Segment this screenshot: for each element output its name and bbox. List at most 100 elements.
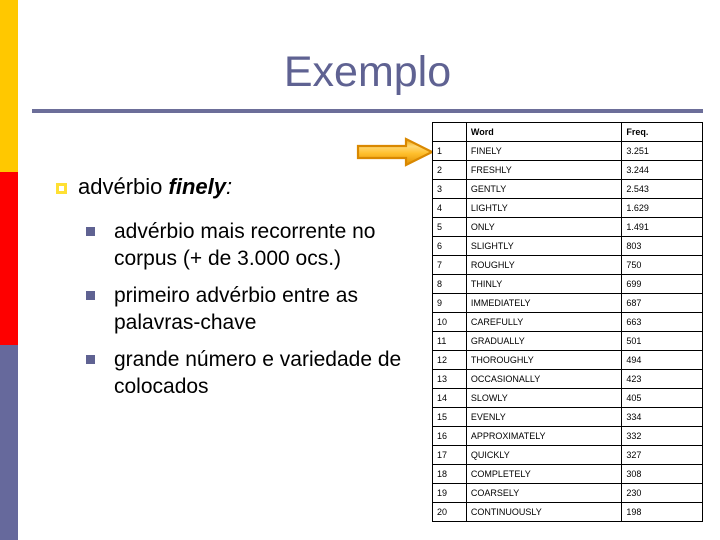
cell-word: CAREFULLY (465, 312, 623, 332)
table-row: 18 COMPLETELY 308 (432, 464, 703, 484)
bullet-level1-prefix: advérbio (78, 174, 169, 199)
cell-rank: 12 (432, 350, 467, 370)
table-row: 20 CONTINUOUSLY 198 (432, 502, 703, 522)
table-row: 5 ONLY 1.491 (432, 217, 703, 237)
cell-freq: 423 (621, 369, 703, 389)
cell-rank: 15 (432, 407, 467, 427)
yellow-bar (0, 0, 18, 172)
cell-word: OCCASIONALLY (465, 369, 623, 389)
cell-rank: 3 (432, 179, 467, 199)
cell-freq: 334 (621, 407, 703, 427)
cell-rank: 7 (432, 255, 467, 275)
table-row: 10 CAREFULLY 663 (432, 312, 703, 332)
cell-rank: 14 (432, 388, 467, 408)
cell-rank: 4 (432, 198, 467, 218)
cell-word: QUICKLY (465, 445, 623, 465)
table-row: 9 IMMEDIATELY 687 (432, 293, 703, 313)
list-item: primeiro advérbio entre as palavras-chav… (84, 282, 412, 336)
cell-word: COMPLETELY (465, 464, 623, 484)
cell-rank: 2 (432, 160, 467, 180)
cell-freq: 699 (621, 274, 703, 294)
cell-rank: 11 (432, 331, 467, 351)
body-content: advérbio finely: advérbio mais recorrent… (52, 172, 412, 410)
cell-word: COARSELY (465, 483, 623, 503)
cell-rank: 20 (432, 502, 467, 522)
cell-freq: 230 (621, 483, 703, 503)
column-header-rank (432, 122, 467, 142)
cell-freq: 687 (621, 293, 703, 313)
table-row: 15 EVENLY 334 (432, 407, 703, 427)
frequency-table-container: Word Freq. 1 FINELY 3.251 2 FRESHLY 3.244 3 GEN… (432, 122, 703, 522)
cell-word: LIGHTLY (465, 198, 623, 218)
cell-freq: 3.244 (621, 160, 703, 180)
red-bar (0, 172, 18, 345)
slide-canvas: Exemplo advérbio finely: advérbio mais r… (0, 0, 720, 540)
cell-word: FINELY (465, 141, 623, 161)
square-filled-bullet-icon (86, 291, 95, 300)
frequency-table: Word Freq. 1 FINELY 3.251 2 FRESHLY 3.244 3 GEN… (432, 122, 703, 522)
cell-freq: 1.629 (621, 198, 703, 218)
cell-freq: 405 (621, 388, 703, 408)
cell-freq: 750 (621, 255, 703, 275)
cell-rank: 1 (432, 141, 467, 161)
cell-freq: 501 (621, 331, 703, 351)
cell-rank: 19 (432, 483, 467, 503)
right-arrow-icon (356, 137, 435, 167)
table-row: 2 FRESHLY 3.244 (432, 160, 703, 180)
cell-rank: 13 (432, 369, 467, 389)
sidebar-color-bars (0, 0, 18, 540)
cell-freq: 663 (621, 312, 703, 332)
column-header-word: Word (465, 122, 623, 142)
square-outline-bullet-icon (56, 183, 67, 194)
cell-freq: 3.251 (621, 141, 703, 161)
cell-word: SLOWLY (465, 388, 623, 408)
cell-rank: 17 (432, 445, 467, 465)
table-row: 17 QUICKLY 327 (432, 445, 703, 465)
page-title: Exemplo (283, 48, 452, 96)
table-row: 11 GRADUALLY 501 (432, 331, 703, 351)
table-row: 3 GENTLY 2.543 (432, 179, 703, 199)
cell-rank: 10 (432, 312, 467, 332)
cell-freq: 308 (621, 464, 703, 484)
cell-word: GENTLY (465, 179, 623, 199)
cell-rank: 6 (432, 236, 467, 256)
table-row: 16 APPROXIMATELY 332 (432, 426, 703, 446)
cell-freq: 327 (621, 445, 703, 465)
table-row: 4 LIGHTLY 1.629 (432, 198, 703, 218)
cell-rank: 16 (432, 426, 467, 446)
table-row: 7 ROUGHLY 750 (432, 255, 703, 275)
cell-word: CONTINUOUSLY (465, 502, 623, 522)
cell-rank: 9 (432, 293, 467, 313)
table-row: 8 THINLY 699 (432, 274, 703, 294)
table-body: 1 FINELY 3.251 2 FRESHLY 3.244 3 GENTLY 2.543 4 LI… (432, 141, 703, 522)
cell-freq: 198 (621, 502, 703, 522)
table-row: 14 SLOWLY 405 (432, 388, 703, 408)
title-divider (32, 109, 703, 113)
sub-bullet-text: grande número e variedade de colocados (114, 348, 402, 398)
cell-word: FRESHLY (465, 160, 623, 180)
cell-word: ONLY (465, 217, 623, 237)
cell-word: THOROUGHLY (465, 350, 623, 370)
cell-word: GRADUALLY (465, 331, 623, 351)
table-row: 19 COARSELY 230 (432, 483, 703, 503)
cell-word: THINLY (465, 274, 623, 294)
cell-freq: 2.543 (621, 179, 703, 199)
bullet-level1: advérbio finely: (52, 172, 412, 202)
table-header: Word Freq. (432, 122, 703, 142)
cell-word: SLIGHTLY (465, 236, 623, 256)
sub-bullet-text: advérbio mais recorrente no corpus (+ de… (114, 220, 376, 270)
column-header-freq: Freq. (621, 122, 703, 142)
table-row: 1 FINELY 3.251 (432, 141, 703, 161)
bullet-level1-emphasis: finely (168, 174, 226, 199)
square-filled-bullet-icon (86, 227, 95, 236)
cell-word: IMMEDIATELY (465, 293, 623, 313)
table-header-row: Word Freq. (432, 122, 703, 142)
cell-rank: 8 (432, 274, 467, 294)
sub-bullet-list: advérbio mais recorrente no corpus (+ de… (52, 218, 412, 400)
list-item: advérbio mais recorrente no corpus (+ de… (84, 218, 412, 272)
sub-bullet-text: primeiro advérbio entre as palavras-chav… (114, 284, 358, 334)
cell-rank: 5 (432, 217, 467, 237)
cell-freq: 1.491 (621, 217, 703, 237)
cell-word: EVENLY (465, 407, 623, 427)
cell-word: APPROXIMATELY (465, 426, 623, 446)
